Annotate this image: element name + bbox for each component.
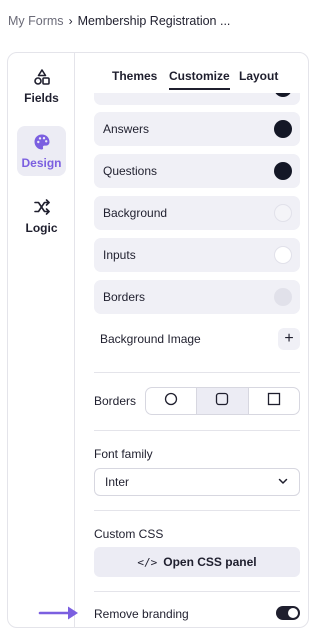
square-icon [267,392,281,411]
sidebar: Fields Design Logic [8,53,75,627]
divider [94,372,300,373]
color-swatch[interactable] [274,246,292,264]
color-swatch[interactable] [274,120,292,138]
sidebar-item-label: Design [21,155,62,170]
color-row-background[interactable]: Background [94,196,300,230]
palette-icon [33,133,51,151]
font-family-select[interactable]: Inter [94,468,300,496]
color-row-borders[interactable]: Borders [94,280,300,314]
color-swatch [274,93,292,97]
borders-label: Borders [94,394,137,408]
arrow-pointer-icon [38,604,84,627]
tab-themes[interactable]: Themes [112,69,157,83]
breadcrumb-my-forms-link[interactable]: My Forms [8,14,64,28]
color-row-inputs[interactable]: Inputs [94,238,300,272]
rounded-circle-icon [164,392,178,411]
chevron-down-icon [277,475,289,490]
color-swatch[interactable] [274,162,292,180]
color-row-answers[interactable]: Answers [94,112,300,146]
color-row-label: Background [103,206,168,220]
custom-css-label: Custom CSS [94,527,164,541]
shapes-icon [33,68,51,86]
toggle-knob [288,608,298,618]
color-row-label: Questions [103,164,158,178]
color-row-questions[interactable]: Questions [94,154,300,188]
sidebar-item-label: Fields [24,90,59,105]
add-background-image-button[interactable]: + [278,328,300,350]
remove-branding-toggle[interactable] [276,606,300,620]
open-css-panel-button[interactable]: </> Open CSS panel [94,547,300,577]
sidebar-item-logic[interactable]: Logic [17,191,66,241]
background-image-label: Background Image [100,332,201,346]
tab-layout[interactable]: Layout [239,69,278,83]
sidebar-item-label: Logic [25,220,58,235]
remove-branding-label: Remove branding [94,607,189,621]
breadcrumb: My Forms › Membership Registration ... [8,14,230,28]
sidebar-item-fields[interactable]: Fields [17,61,66,111]
divider [94,591,300,592]
tab-customize[interactable]: Customize [169,69,230,90]
rounded-square-icon [215,392,229,411]
customize-content: Answers Questions Background Inputs Bord… [76,93,308,627]
design-panel: Fields Design Logic Themes Customize Lay… [7,52,309,628]
border-style-selector [145,387,300,415]
code-icon: </> [137,555,158,569]
divider [94,430,300,431]
font-family-label: Font family [94,447,153,461]
color-swatch[interactable] [274,288,292,306]
border-option-soft[interactable] [197,388,249,414]
color-swatch[interactable] [274,204,292,222]
shuffle-icon [33,198,51,216]
breadcrumb-current-form: Membership Registration ... [77,14,231,28]
border-option-square[interactable] [249,388,299,414]
divider [94,510,300,511]
border-option-rounded[interactable] [146,388,198,414]
breadcrumb-separator: › [68,14,73,28]
sidebar-item-design[interactable]: Design [17,126,66,176]
open-css-panel-label: Open CSS panel [163,555,257,569]
color-row-label: Answers [103,122,150,136]
color-row-label: Borders [103,290,146,304]
color-row-label: Inputs [103,248,136,262]
tab-bar: Themes Customize Layout [76,53,308,93]
font-family-value: Inter [105,475,130,489]
color-row-partial[interactable] [94,93,300,105]
background-image-row: Background Image + [94,322,300,356]
